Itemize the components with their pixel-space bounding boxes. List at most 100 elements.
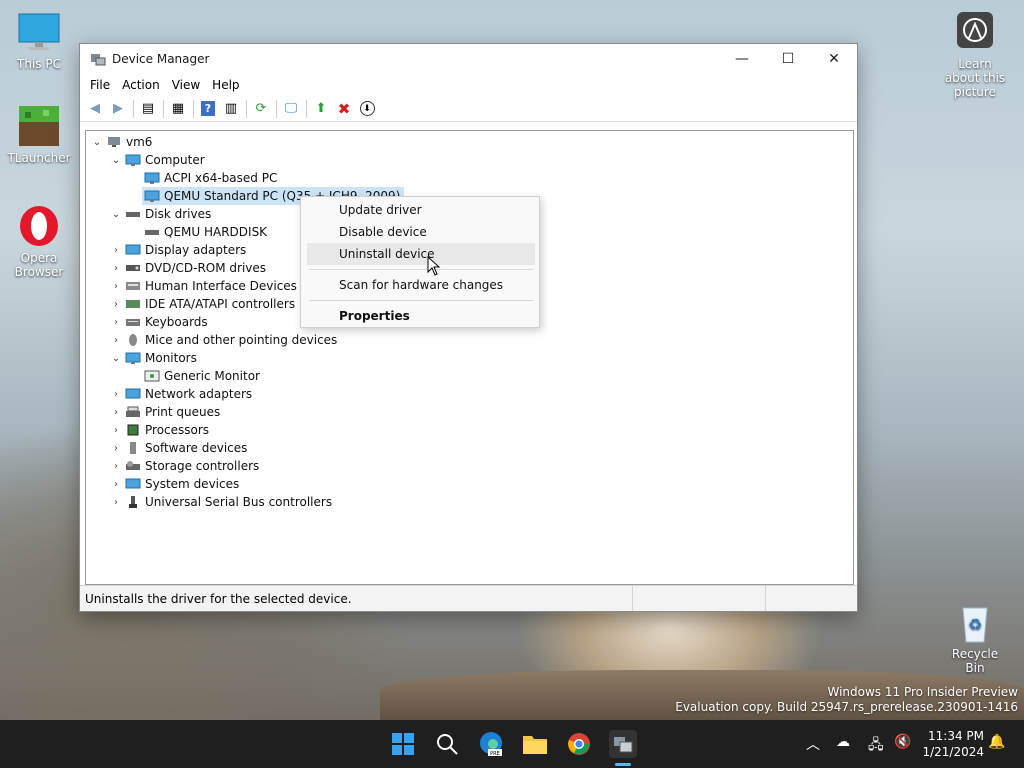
chevron-down-icon[interactable]: ⌄ (109, 353, 123, 364)
menu-view[interactable]: View (166, 78, 206, 92)
back-button[interactable]: ◀ (84, 99, 106, 119)
watermark-line-2: Evaluation copy. Build 25947.rs_prerelea… (675, 700, 1018, 714)
tree-item-acpi[interactable]: ACPI x64-based PC (142, 169, 277, 187)
onedrive-tray-button[interactable]: ☁ (836, 734, 850, 750)
menu-item-disable-device[interactable]: Disable device (307, 221, 535, 243)
desktop-icon-opera[interactable]: Opera Browser (7, 204, 71, 279)
notifications-button[interactable]: 🔔 (988, 734, 1005, 750)
chevron-down-icon[interactable]: ⌄ (109, 155, 123, 166)
monitor-icon (144, 171, 160, 185)
tree-item-network[interactable]: › Network adapters (109, 385, 252, 403)
action-pane-button[interactable]: ▥ (220, 99, 242, 119)
tree-item-keyboards[interactable]: › Keyboards (109, 313, 208, 331)
monitor-toolbar-button[interactable]: 🖵 (280, 99, 302, 119)
uninstall-toolbar-button[interactable]: ✖ (333, 99, 355, 119)
edge-taskbar-button[interactable]: PRE (477, 730, 505, 758)
title-bar[interactable]: Device Manager — ☐ ✕ (80, 44, 857, 74)
chevron-right-icon[interactable]: › (109, 479, 123, 490)
device-manager-taskbar-button[interactable] (609, 730, 637, 758)
maximize-button[interactable]: ☐ (765, 44, 811, 74)
update-driver-toolbar-button[interactable]: ⬆ (310, 99, 332, 119)
chevron-right-icon[interactable]: › (109, 497, 123, 508)
clock-date: 1/21/2024 (922, 745, 984, 759)
tree-item-storage-controllers[interactable]: › Storage controllers (109, 457, 259, 475)
tree-label: System devices (145, 477, 240, 491)
desktop-icon-label: Learn about this picture (944, 57, 1006, 99)
menu-item-properties[interactable]: Properties (307, 305, 535, 327)
tree-item-ide[interactable]: › IDE ATA/ATAPI controllers (109, 295, 295, 313)
usb-icon (125, 495, 141, 509)
search-button[interactable] (433, 730, 461, 758)
tree-item-processors[interactable]: › Processors (109, 421, 209, 439)
tree-item-system-devices[interactable]: › System devices (109, 475, 239, 493)
disable-toolbar-button[interactable]: ⬇ (356, 99, 378, 119)
tree-item-disk-drives[interactable]: ⌄ Disk drives (109, 205, 211, 223)
start-button[interactable] (389, 730, 417, 758)
menu-separator (309, 269, 533, 270)
close-button[interactable]: ✕ (811, 44, 857, 74)
tree-item-generic-monitor[interactable]: Generic Monitor (142, 367, 260, 385)
chevron-right-icon[interactable]: › (109, 443, 123, 454)
clock-time: 11:34 PM (928, 729, 984, 743)
tree-label: Software devices (145, 441, 248, 455)
menu-item-uninstall-device[interactable]: Uninstall device (307, 243, 535, 265)
display-adapter-icon (125, 243, 141, 257)
volume-tray-button[interactable]: 🔇 (894, 734, 911, 750)
desktop-icon-this-pc[interactable]: This PC (7, 10, 71, 71)
network-tray-button[interactable]: 🖧 (868, 734, 884, 758)
tree-label: Generic Monitor (164, 369, 260, 383)
menu-item-scan-hardware[interactable]: Scan for hardware changes (307, 274, 535, 296)
desktop-icon-tlauncher[interactable]: TLauncher (7, 104, 71, 165)
storage-controller-icon (125, 459, 141, 473)
network-adapter-icon (125, 387, 141, 401)
chevron-down-icon[interactable]: ⌄ (90, 137, 104, 148)
chevron-right-icon[interactable]: › (109, 407, 123, 418)
chevron-down-icon[interactable]: ⌄ (109, 209, 123, 220)
action-pane-icon: ▥ (224, 101, 238, 116)
tree-item-qemu-harddisk[interactable]: QEMU HARDDISK (142, 223, 267, 241)
svg-text:♻: ♻ (968, 615, 982, 634)
tree-item-monitors[interactable]: ⌄ Monitors (109, 349, 197, 367)
file-explorer-button[interactable] (521, 730, 549, 758)
chevron-right-icon[interactable]: › (109, 335, 123, 346)
tree-item-display-adapters[interactable]: › Display adapters (109, 241, 246, 259)
desktop-icon-learn-picture[interactable]: Learn about this picture (940, 10, 1010, 99)
toolbar-separator (246, 99, 247, 118)
help-toolbar-button[interactable]: ? (197, 99, 219, 119)
tree-item-usb[interactable]: › Universal Serial Bus controllers (109, 493, 332, 511)
clock[interactable]: 11:34 PM 1/21/2024 (922, 728, 984, 760)
tree-label: Network adapters (145, 387, 253, 401)
scan-toolbar-button[interactable]: ⟳ (250, 99, 272, 119)
recycle-bin-icon: ♻ (953, 600, 997, 644)
chevron-right-icon[interactable]: › (109, 245, 123, 256)
chrome-taskbar-button[interactable] (565, 730, 593, 758)
show-hidden-icons-button[interactable]: ︿ (806, 734, 820, 754)
desktop-icon-label: This PC (17, 57, 61, 71)
chevron-right-icon[interactable]: › (109, 389, 123, 400)
chevron-right-icon[interactable]: › (109, 299, 123, 310)
properties-toolbar-button[interactable]: ▦ (167, 99, 189, 119)
menu-help[interactable]: Help (206, 78, 245, 92)
menu-file[interactable]: File (84, 78, 116, 92)
minimize-button[interactable]: — (719, 44, 765, 74)
menu-action[interactable]: Action (116, 78, 166, 92)
tree-item-software-devices[interactable]: › Software devices (109, 439, 247, 457)
tree-item-mice[interactable]: › Mice and other pointing devices (109, 331, 337, 349)
tree-item-hid[interactable]: › Human Interface Devices (109, 277, 297, 295)
tree-item-print-queues[interactable]: › Print queues (109, 403, 220, 421)
chevron-right-icon[interactable]: › (109, 281, 123, 292)
desktop-icon-recycle-bin[interactable]: ♻ Recycle Bin (942, 600, 1008, 675)
tree-item-computer[interactable]: ⌄ Computer (109, 151, 205, 169)
chevron-right-icon[interactable]: › (109, 263, 123, 274)
menu-item-update-driver[interactable]: Update driver (307, 199, 535, 221)
desktop-icon-label: Opera Browser (14, 251, 64, 279)
tree-item-dvd[interactable]: › DVD/CD-ROM drives (109, 259, 266, 277)
chevron-right-icon[interactable]: › (109, 425, 123, 436)
chevron-right-icon[interactable]: › (109, 317, 123, 328)
show-hide-tree-button[interactable]: ▤ (137, 99, 159, 119)
forward-button[interactable]: ▶ (107, 99, 129, 119)
toolbar-separator (133, 99, 134, 118)
chevron-right-icon[interactable]: › (109, 461, 123, 472)
windows-logo-icon (392, 733, 414, 755)
tree-root[interactable]: ⌄ vm6 (90, 133, 153, 151)
